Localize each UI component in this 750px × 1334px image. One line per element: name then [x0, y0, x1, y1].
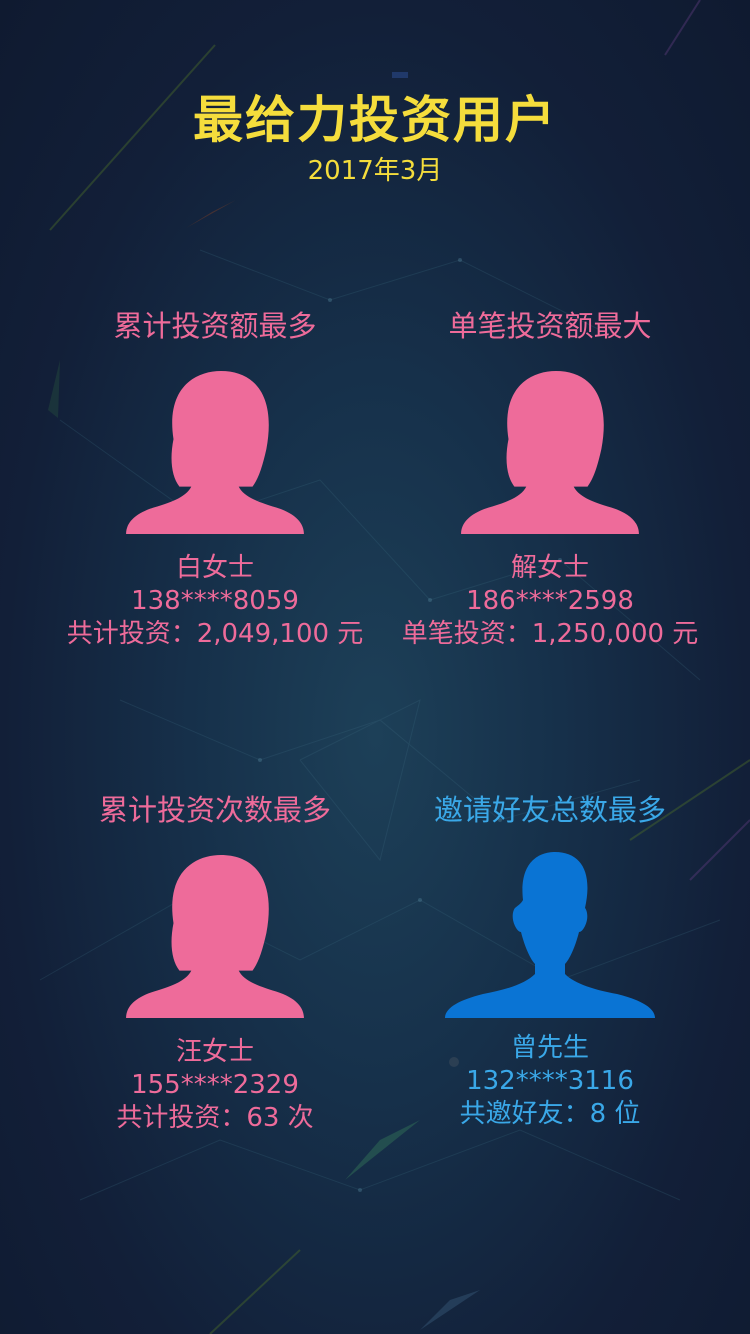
- award-card-invites: 邀请好友总数最多 曾先生 132****3116 共邀好友：8 位: [370, 790, 730, 1131]
- page-date: 2017年3月: [307, 156, 443, 186]
- card-heading: 累计投资额最多: [113, 309, 317, 343]
- winner-stat: 共计投资：2,049,100 元: [66, 619, 364, 649]
- winner-name: 解女士: [510, 553, 589, 583]
- winner-name: 汪女士: [175, 1037, 254, 1067]
- card-heading: 邀请好友总数最多: [433, 793, 666, 827]
- winner-stat: 共计投资：63 次: [116, 1103, 314, 1133]
- card-heading: 累计投资次数最多: [98, 793, 331, 827]
- winner-name: 曾先生: [510, 1033, 589, 1063]
- male-avatar-icon: [445, 852, 655, 1018]
- award-card-total-amount: 累计投资额最多 白女士 138****8059 共计投资：2,049,100 元: [35, 306, 395, 651]
- female-avatar-icon: [461, 370, 639, 534]
- winner-phone: 155****2329: [131, 1070, 299, 1100]
- page-title: 最给力投资用户: [193, 91, 557, 149]
- award-card-single-amount: 单笔投资额最大 解女士 186****2598 单笔投资：1,250,000 元: [370, 306, 730, 651]
- female-avatar-icon: [126, 854, 304, 1018]
- award-card-investment-count: 累计投资次数最多 汪女士 155****2329 共计投资：63 次: [35, 790, 395, 1135]
- winner-stat: 共邀好友：8 位: [459, 1099, 641, 1129]
- card-heading: 单笔投资额最大: [448, 309, 652, 343]
- female-avatar-icon: [126, 370, 304, 534]
- winner-phone: 186****2598: [466, 586, 634, 616]
- winner-phone: 132****3116: [466, 1066, 634, 1096]
- winner-phone: 138****8059: [131, 586, 299, 616]
- winner-name: 白女士: [175, 553, 254, 583]
- winner-stat: 单笔投资：1,250,000 元: [401, 619, 699, 649]
